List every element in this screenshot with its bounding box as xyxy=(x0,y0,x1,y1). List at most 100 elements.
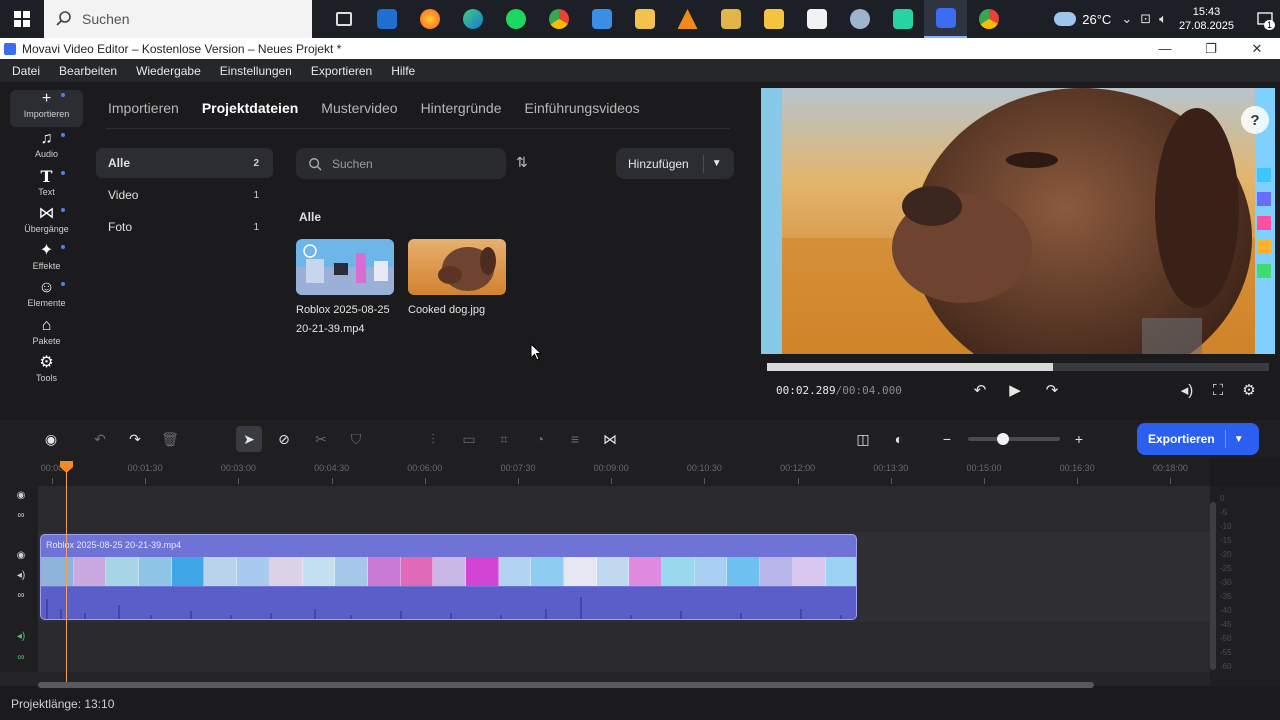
transition-icon[interactable]: ⋈ xyxy=(600,429,620,449)
speed-icon[interactable]: ◔ xyxy=(530,429,550,449)
minimize-button[interactable]: — xyxy=(1142,41,1188,57)
category-alle[interactable]: Alle 2 xyxy=(96,148,273,178)
rail-text[interactable]: T Text xyxy=(10,168,83,205)
rail-uebergaenge[interactable]: ⋈ Übergänge xyxy=(10,205,83,242)
rail-effekte[interactable]: ✦ Effekte xyxy=(10,242,83,279)
settings-gear-icon[interactable]: ⚙ xyxy=(1238,380,1260,402)
archive-icon[interactable] xyxy=(709,0,752,38)
step-forward-icon[interactable]: ↷ xyxy=(1041,380,1063,402)
rail-audio[interactable]: ♫ Audio xyxy=(10,130,83,167)
rail-tools[interactable]: ⚙ Tools xyxy=(10,354,83,391)
chevron-down-icon[interactable]: ▼ xyxy=(1234,434,1244,445)
sort-icon[interactable]: ⇅ xyxy=(516,154,536,174)
game-icon[interactable] xyxy=(881,0,924,38)
speaker-icon[interactable]: ◂) xyxy=(14,569,28,583)
volume-icon[interactable]: ◂) xyxy=(1176,380,1198,402)
tab-hintergruende[interactable]: Hintergründe xyxy=(421,100,502,116)
chrome-profile-icon[interactable] xyxy=(967,0,1010,38)
zoom-slider[interactable] xyxy=(968,433,1060,445)
audio-split-icon[interactable]: ⫶ xyxy=(423,429,443,449)
windows-start-icon[interactable] xyxy=(0,0,44,38)
add-button[interactable]: Hinzufügen ▼ xyxy=(616,148,734,179)
caption-icon[interactable]: ▭ xyxy=(459,429,479,449)
delete-icon[interactable]: 🗑︎ xyxy=(160,429,180,449)
menu-bearbeiten[interactable]: Bearbeiten xyxy=(59,64,117,78)
outlook-icon[interactable] xyxy=(365,0,408,38)
menu-einstellungen[interactable]: Einstellungen xyxy=(220,64,292,78)
edge-icon[interactable] xyxy=(451,0,494,38)
taskbar-search[interactable]: Suchen xyxy=(44,0,312,38)
link-icon[interactable]: ∞ xyxy=(14,509,28,523)
task-view-icon[interactable] xyxy=(322,0,365,38)
rail-pakete[interactable]: ⌂ Pakete xyxy=(10,317,83,354)
menu-exportieren[interactable]: Exportieren xyxy=(311,64,372,78)
help-icon[interactable]: ? xyxy=(1241,106,1269,134)
vlc-icon[interactable] xyxy=(666,0,709,38)
cut-icon[interactable]: ✂ xyxy=(311,429,331,449)
speaker-icon[interactable]: ◂) xyxy=(14,630,28,644)
weather-widget[interactable]: 26°C xyxy=(1054,12,1111,27)
transitions-icon: ⋈ xyxy=(38,205,55,222)
media-search-input[interactable]: Suchen xyxy=(296,148,506,179)
calendar-icon[interactable] xyxy=(580,0,623,38)
video-preview[interactable]: ? xyxy=(761,88,1275,354)
record-icon[interactable]: ◉ xyxy=(41,429,61,449)
category-foto[interactable]: Foto 1 xyxy=(96,212,273,242)
menu-datei[interactable]: Datei xyxy=(12,64,40,78)
export-button[interactable]: Exportieren ▼ xyxy=(1137,423,1259,455)
playhead-line[interactable] xyxy=(66,461,67,683)
tab-mustervideo[interactable]: Mustervideo xyxy=(321,100,397,116)
snap-icon[interactable]: ◫ xyxy=(853,429,873,449)
video-clip[interactable]: Roblox 2025-08-25 20-21-39.mp4 xyxy=(40,534,857,620)
zoom-in-icon[interactable]: + xyxy=(1069,429,1089,449)
link-icon[interactable]: ∞ xyxy=(14,589,28,603)
menu-hilfe[interactable]: Hilfe xyxy=(391,64,415,78)
spotify-icon[interactable] xyxy=(494,0,537,38)
redo-icon[interactable]: ↷ xyxy=(125,429,145,449)
media-thumbnail-roblox[interactable] xyxy=(296,239,394,295)
adjust-icon[interactable]: ≡ xyxy=(565,429,585,449)
tab-importieren[interactable]: Importieren xyxy=(108,100,179,116)
play-icon[interactable]: ▶ xyxy=(1004,380,1026,402)
movavi-icon[interactable] xyxy=(924,0,967,38)
firefox-icon[interactable] xyxy=(408,0,451,38)
file-explorer-icon[interactable] xyxy=(623,0,666,38)
eye-icon[interactable]: ◉ xyxy=(14,489,28,503)
ripple-icon[interactable]: ◐ xyxy=(889,429,909,449)
steam-icon[interactable] xyxy=(838,0,881,38)
undo-icon[interactable]: ↶ xyxy=(90,429,110,449)
chevron-down-icon[interactable]: ▼ xyxy=(712,158,722,169)
media-thumbnail-dog[interactable] xyxy=(408,239,506,295)
step-back-icon[interactable]: ↶ xyxy=(969,380,991,402)
close-button[interactable]: ✕ xyxy=(1234,41,1280,57)
notes-icon[interactable] xyxy=(752,0,795,38)
chrome-icon[interactable] xyxy=(537,0,580,38)
zoom-out-icon[interactable]: − xyxy=(937,429,957,449)
chevron-up-icon[interactable]: ⌄ xyxy=(1121,11,1132,27)
network-icon[interactable]: ⊡ xyxy=(1140,11,1151,27)
fullscreen-icon[interactable]: ⛶ xyxy=(1207,380,1229,402)
track-row[interactable] xyxy=(38,622,1210,672)
rail-elemente[interactable]: ☺ Elemente xyxy=(10,279,83,316)
category-video[interactable]: Video 1 xyxy=(96,180,273,210)
restore-button[interactable]: ❐ xyxy=(1188,41,1234,57)
timeline-scrollbar[interactable] xyxy=(38,682,1094,688)
tab-projektdateien[interactable]: Projektdateien xyxy=(202,100,298,116)
select-tool-icon[interactable]: ➤ xyxy=(236,426,262,452)
crop-icon[interactable]: ⌗ xyxy=(494,429,514,449)
document-icon[interactable] xyxy=(795,0,838,38)
volume-icon[interactable]: 🔈︎ xyxy=(1159,11,1167,27)
shield-icon[interactable]: ⛉ xyxy=(346,429,366,449)
track-row[interactable] xyxy=(38,486,1210,532)
menu-wiedergabe[interactable]: Wiedergabe xyxy=(136,64,201,78)
taskbar-clock[interactable]: 15:43 27.08.2025 xyxy=(1179,5,1234,33)
zoom-slider-handle[interactable] xyxy=(996,433,1009,445)
preview-seekbar[interactable] xyxy=(767,363,1269,371)
timeline-ruler[interactable]: 00:00 00:01:30 00:03:00 00:04:30 00:06:00 00:… xyxy=(0,458,1210,486)
tab-einfuehrungsvideos[interactable]: Einführungsvideos xyxy=(525,100,640,116)
blade-tool-icon[interactable]: ⊘ xyxy=(274,429,294,449)
eye-icon[interactable]: ◉ xyxy=(14,549,28,563)
rail-importieren[interactable]: + Importieren xyxy=(10,90,83,127)
link-icon[interactable]: ∞ xyxy=(14,651,28,665)
notification-center-icon[interactable]: 1 xyxy=(1250,0,1280,38)
